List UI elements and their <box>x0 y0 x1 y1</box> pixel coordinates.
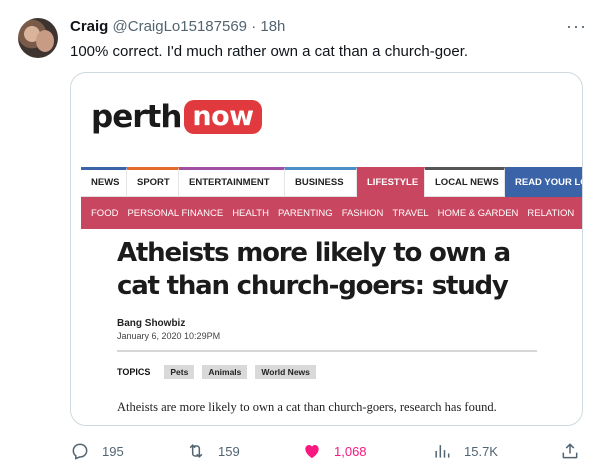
subnav-home-garden: HOME & GARDEN <box>437 207 519 219</box>
share-button[interactable] <box>560 440 592 462</box>
topic-tag-animals: Animals <box>202 365 248 379</box>
subnav-travel: TRAVEL <box>392 207 429 219</box>
topic-tag-world-news: World News <box>255 365 316 379</box>
site-nav: NEWS SPORT ENTERTAINMENT BUSINESS LIFEST… <box>81 167 582 197</box>
share-icon <box>562 443 578 459</box>
topics-label: TOPICS <box>117 367 151 377</box>
tweet[interactable]: Craig @CraigLo15187569 · 18h ··· 100% co… <box>0 0 610 468</box>
topic-tag-pets: Pets <box>164 365 195 379</box>
reply-button[interactable]: 195 <box>70 440 124 462</box>
nav-news: NEWS <box>81 167 127 197</box>
separator-dot: · <box>251 18 257 35</box>
views-chart-icon <box>435 445 450 458</box>
article-lede: Atheists are more likely to own a cat th… <box>117 400 497 414</box>
reply-icon <box>72 443 88 460</box>
nav-read-your-local: READ YOUR LO <box>505 167 582 197</box>
views-button[interactable]: 15.7K <box>432 440 498 462</box>
logo-perth: perth <box>91 99 182 135</box>
site-subnav: FOOD PERSONAL FINANCE HEALTH PARENTING F… <box>81 197 582 229</box>
author-handle[interactable]: @CraigLo15187569 <box>113 18 248 35</box>
article-date: January 6, 2020 10:29PM <box>117 331 221 341</box>
like-heart-icon <box>305 445 319 459</box>
reply-count: 195 <box>102 443 124 459</box>
timestamp[interactable]: 18h <box>260 18 285 35</box>
views-count: 15.7K <box>464 443 498 459</box>
perthnow-logo: perth now <box>91 97 262 137</box>
subnav-parenting: PARENTING <box>277 207 333 219</box>
nav-entertainment: ENTERTAINMENT <box>179 167 285 197</box>
repost-count: 159 <box>218 443 240 459</box>
topics-row: TOPICS Pets Animals World News <box>117 365 324 379</box>
nav-local-news: LOCAL NEWS <box>425 167 505 197</box>
subnav-personal-finance: PERSONAL FINANCE <box>127 207 224 219</box>
avatar[interactable] <box>18 18 58 58</box>
nav-business: BUSINESS <box>285 167 357 197</box>
attached-image[interactable]: perth now NEWS SPORT ENTERTAINMENT BUSIN… <box>70 72 583 426</box>
divider <box>117 350 537 352</box>
subnav-food: FOOD <box>91 207 119 219</box>
more-dots-icon[interactable]: ··· <box>566 16 587 37</box>
logo-now: now <box>184 100 262 134</box>
subnav-fashion: FASHION <box>341 207 384 219</box>
nav-lifestyle: LIFESTYLE <box>357 167 425 197</box>
like-count: 1,068 <box>334 443 367 459</box>
repost-button[interactable]: 159 <box>186 440 240 462</box>
like-button[interactable]: 1,068 <box>302 440 367 462</box>
tweet-text: 100% correct. I'd much rather own a cat … <box>70 43 469 60</box>
subnav-health: HEALTH <box>232 207 269 219</box>
repost-icon <box>189 444 203 458</box>
nav-sport: SPORT <box>127 167 179 197</box>
tweet-header: Craig @CraigLo15187569 · 18h <box>70 18 285 36</box>
article-headline: Atheists more likely to own a cat than c… <box>117 238 511 301</box>
tweet-actions: 195 159 1,068 15.7K <box>70 440 590 462</box>
article-author: Bang Showbiz <box>117 318 186 329</box>
author-name[interactable]: Craig <box>70 18 108 35</box>
subnav-relation: RELATION <box>527 207 575 219</box>
